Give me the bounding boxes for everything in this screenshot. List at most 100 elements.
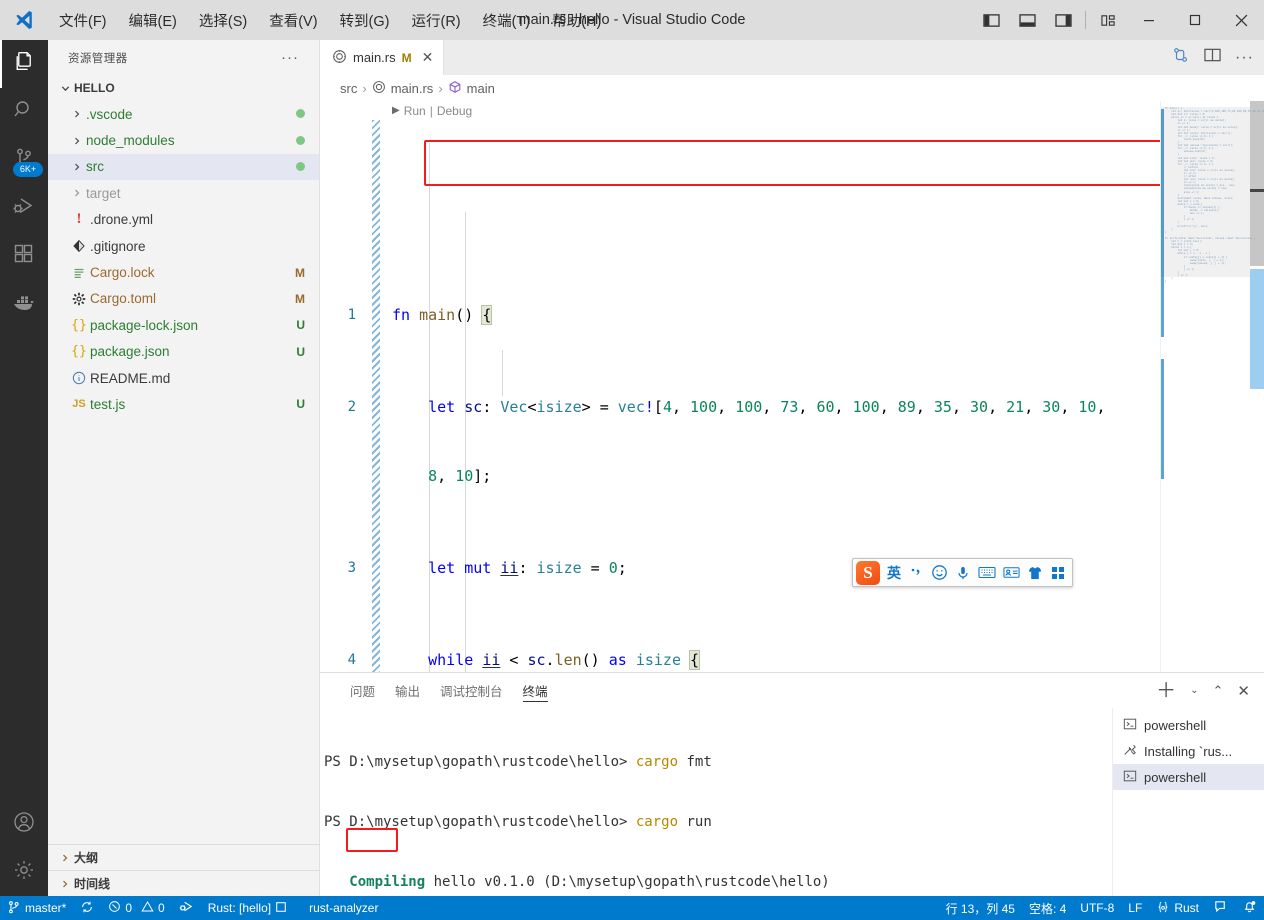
- breadcrumb-label: main.rs: [390, 80, 434, 96]
- explorer-root-hello[interactable]: HELLO: [48, 75, 319, 101]
- chevron-right-icon: [56, 879, 74, 889]
- tree-item-package-json[interactable]: {} package.json U: [48, 339, 319, 365]
- menu-help[interactable]: 帮助(H): [541, 6, 612, 35]
- git-status-dot: [296, 107, 305, 121]
- panel-tab-terminal[interactable]: 终端: [513, 673, 558, 708]
- keyboard-icon[interactable]: [978, 565, 996, 580]
- activity-item-source-control[interactable]: 6K+: [0, 136, 48, 184]
- ime-mode-toggle[interactable]: 英: [887, 563, 901, 583]
- menu-edit[interactable]: 编辑(E): [118, 6, 188, 35]
- bell-dot-icon: [1242, 899, 1257, 917]
- status-remote-debug[interactable]: [172, 896, 201, 920]
- tree-item-label: README.md: [90, 370, 171, 386]
- tree-item-readme-md[interactable]: README.md: [48, 365, 319, 391]
- chevron-down-icon[interactable]: ⌄: [1190, 685, 1198, 696]
- status-indentation[interactable]: 空格: 4: [1022, 896, 1073, 920]
- js-icon: JS: [72, 398, 86, 411]
- menu-go[interactable]: 转到(G): [329, 6, 401, 35]
- chevron-up-icon[interactable]: ⌃: [1213, 683, 1224, 699]
- breadcrumb-item-main[interactable]: main: [448, 80, 495, 97]
- scrollbar-thumb[interactable]: [1250, 101, 1264, 266]
- tree-item-target[interactable]: target: [48, 180, 319, 206]
- window-maximize-button[interactable]: [1172, 0, 1218, 40]
- activity-item-extensions[interactable]: [0, 232, 48, 280]
- minimap[interactable]: fn main() { let sc: Vec<isize> = vec![4,…: [1160, 101, 1264, 672]
- remote-debug-icon: [179, 899, 194, 917]
- status-notifications[interactable]: [1235, 896, 1264, 920]
- toggle-primary-sidebar-icon[interactable]: [973, 0, 1009, 40]
- status-sync[interactable]: [73, 896, 101, 920]
- status-eol[interactable]: LF: [1121, 896, 1149, 920]
- card-icon[interactable]: [1003, 565, 1020, 580]
- skin-icon[interactable]: [1027, 565, 1043, 581]
- terminal-item-powershell-2[interactable]: powershell: [1113, 764, 1264, 790]
- line-number: 3: [347, 560, 356, 576]
- terminal-output[interactable]: PS D:\mysetup\gopath\rustcode\hello> car…: [320, 708, 1112, 896]
- close-panel-icon[interactable]: ✕: [1237, 682, 1250, 700]
- tree-item-test-js[interactable]: JS test.js U: [48, 391, 319, 417]
- menu-terminal[interactable]: 终端(T): [472, 6, 542, 35]
- git-status-badge: U: [296, 318, 305, 333]
- more-actions-icon[interactable]: ···: [1235, 49, 1254, 67]
- comma-icon[interactable]: [908, 565, 924, 581]
- activity-item-explorer[interactable]: [0, 40, 48, 88]
- code-editor[interactable]: ▶ Run | Debug 1 fn main() {2 let sc: Ve…: [320, 101, 1264, 672]
- status-language-mode[interactable]: Rust: [1149, 896, 1206, 920]
- run-flow-icon[interactable]: [1172, 46, 1190, 69]
- activity-item-accounts[interactable]: [0, 800, 48, 848]
- tree-item-node-modules[interactable]: node_modules: [48, 127, 319, 153]
- breadcrumb-item-src[interactable]: src: [340, 81, 357, 96]
- menu-run[interactable]: 运行(R): [400, 6, 471, 35]
- window-close-button[interactable]: [1218, 0, 1264, 40]
- toggle-secondary-sidebar-icon[interactable]: [1045, 0, 1081, 40]
- tab-close-icon[interactable]: ✕: [422, 49, 434, 66]
- toggle-panel-icon[interactable]: [1009, 0, 1045, 40]
- panel-actions: ＋ ⌄ ⌃ ✕: [1156, 681, 1264, 701]
- panel-tab-output[interactable]: 输出: [385, 673, 430, 708]
- explorer-more-icon[interactable]: ···: [281, 49, 299, 66]
- tree-item-package-lock-json[interactable]: {} package-lock.json U: [48, 312, 319, 338]
- activity-item-run-and-debug[interactable]: [0, 184, 48, 232]
- panel-tab-problems[interactable]: 问题: [340, 673, 385, 708]
- status-rust-target[interactable]: Rust: [hello]: [201, 896, 294, 920]
- sidebar-section-outline[interactable]: 大纲: [48, 844, 319, 870]
- activity-item-search[interactable]: [0, 88, 48, 136]
- line-text: let sc: Vec<isize> = vec![4, 100, 100, 7…: [428, 398, 1106, 416]
- panel-tab-debug-console[interactable]: 调试控制台: [430, 673, 513, 708]
- tree-item-gitignore[interactable]: .gitignore: [48, 233, 319, 259]
- emoji-icon[interactable]: [931, 564, 948, 581]
- add-terminal-icon[interactable]: ＋: [1156, 681, 1176, 701]
- sidebar-section-timeline[interactable]: 时间线: [48, 870, 319, 896]
- terminal-item-installing-rust[interactable]: Installing `rus...: [1113, 738, 1264, 764]
- editor-scrollbar[interactable]: [1250, 101, 1264, 672]
- status-cursor-position[interactable]: 行 13，列 45: [939, 896, 1022, 920]
- codelens-run[interactable]: Run: [404, 104, 426, 118]
- code-lines[interactable]: 1 fn main() { 2 let sc: Vec<isize> = vec…: [320, 120, 1160, 672]
- status-feedback[interactable]: [1206, 896, 1235, 920]
- tree-item-drone-yml[interactable]: ! .drone.yml: [48, 207, 319, 233]
- mic-icon[interactable]: [955, 565, 971, 581]
- menu-select[interactable]: 选择(S): [188, 6, 258, 35]
- activity-item-docker[interactable]: [0, 280, 48, 328]
- terminal-item-powershell-1[interactable]: powershell: [1113, 712, 1264, 738]
- status-problems[interactable]: 0 0: [101, 896, 171, 920]
- tab-main-rs[interactable]: main.rs M ✕: [320, 40, 445, 75]
- apps-icon[interactable]: [1050, 565, 1066, 581]
- tree-item-vscode[interactable]: .vscode: [48, 101, 319, 127]
- tree-item-cargo-lock[interactable]: Cargo.lock M: [48, 259, 319, 285]
- codelens-debug[interactable]: Debug: [437, 104, 472, 118]
- window-minimize-button[interactable]: [1126, 0, 1172, 40]
- tree-item-cargo-toml[interactable]: Cargo.toml M: [48, 286, 319, 312]
- status-encoding[interactable]: UTF-8: [1073, 896, 1121, 920]
- menu-file[interactable]: 文件(F): [48, 6, 118, 35]
- tree-item-src[interactable]: src: [48, 153, 319, 181]
- menu-view[interactable]: 查看(V): [258, 6, 328, 35]
- split-editor-icon[interactable]: [1204, 47, 1221, 68]
- ime-toolbar[interactable]: S 英: [852, 558, 1073, 587]
- sogou-logo-icon[interactable]: S: [856, 560, 880, 585]
- breadcrumb-item-main-rs[interactable]: main.rs: [372, 80, 434, 97]
- activity-item-manage[interactable]: [0, 848, 48, 896]
- customize-layout-icon[interactable]: [1090, 0, 1126, 40]
- status-branch[interactable]: master*: [0, 896, 73, 920]
- status-rust-analyzer[interactable]: rust-analyzer: [302, 896, 385, 920]
